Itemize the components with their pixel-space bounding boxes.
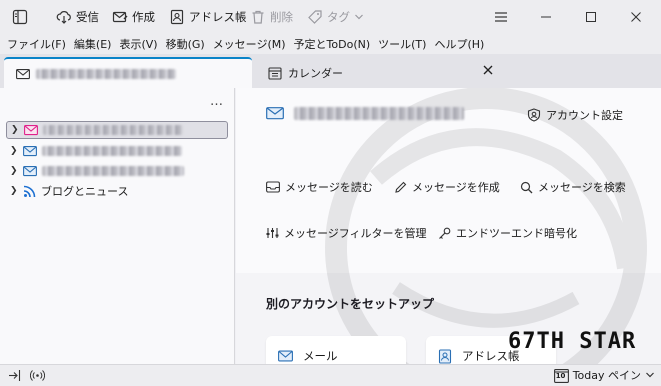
menu-help[interactable]: ヘルプ(H) [430, 36, 488, 52]
cloud-download-icon [56, 9, 72, 25]
address-book-label: アドレス帳 [189, 10, 247, 24]
minimize-button[interactable] [523, 0, 569, 33]
menu-tools[interactable]: ツール(T) [374, 36, 430, 52]
compose-icon [112, 9, 128, 25]
account-name-redacted [42, 146, 182, 156]
folder-account-2[interactable]: ❯ [6, 142, 228, 160]
account-header [266, 106, 464, 120]
tab-mail[interactable] [4, 57, 252, 88]
close-window-button[interactable] [613, 0, 659, 33]
folder-account-3[interactable]: ❯ [6, 162, 228, 180]
calendar-day-number: 10 [555, 371, 566, 380]
today-pane-label: Today ペイン [572, 369, 641, 382]
titlebar: 受信 作成 アドレス帳 削除 タグ [0, 0, 661, 33]
chevron-down-icon [354, 12, 364, 22]
app-menu-button[interactable] [478, 0, 524, 33]
minimize-icon [540, 11, 552, 23]
manage-filters-button[interactable]: メッセージフィルターを管理 [266, 225, 427, 241]
setup-mail-label: メール [303, 349, 338, 363]
search-messages-label: メッセージを検索 [538, 181, 626, 194]
e2e-encryption-button[interactable]: エンドツーエンド暗号化 [438, 225, 577, 241]
menubar: ファイル(F) 編集(E) 表示(V) 移動(G) メッセージ(M) 予定とTo… [0, 33, 661, 54]
menu-view[interactable]: 表示(V) [115, 36, 161, 52]
maximize-icon [585, 11, 597, 23]
mail-icon [278, 350, 293, 362]
close-tab-icon[interactable] [482, 64, 494, 76]
chevron-right-icon[interactable]: ❯ [10, 186, 18, 196]
sidebar-icon [12, 9, 28, 25]
menu-edit[interactable]: 編集(E) [70, 36, 116, 52]
online-status-icon[interactable] [30, 369, 45, 382]
mail-account-icon [266, 106, 284, 120]
pencil-icon [394, 181, 407, 194]
inbox-icon [266, 181, 280, 193]
account-settings-icon [527, 108, 541, 122]
feeds-label: ブログとニュース [41, 185, 129, 198]
key-icon [438, 227, 451, 240]
read-messages-button[interactable]: メッセージを読む [266, 179, 373, 195]
compose-message-label: メッセージを作成 [412, 181, 500, 194]
trash-icon [250, 9, 266, 25]
address-book-icon [169, 9, 185, 25]
chevron-right-icon[interactable]: ❯ [10, 146, 18, 156]
chevron-right-icon[interactable]: ❯ [10, 166, 18, 176]
brand-watermark-text: 67TH STAR [508, 329, 637, 354]
account-name-redacted [42, 166, 184, 176]
tag-icon [307, 9, 323, 25]
rss-icon [23, 185, 36, 198]
statusbar: 10 Today ペイン [0, 364, 661, 386]
calendar-day-icon: 10 [553, 368, 569, 383]
spaces-toolbar-button[interactable] [8, 5, 32, 29]
folder-pane-menu-button[interactable]: … [210, 94, 224, 109]
tab-calendar-label: カレンダー [288, 66, 343, 80]
hamburger-icon [494, 11, 508, 23]
account-name-redacted [43, 125, 183, 135]
account-email-redacted [294, 106, 464, 120]
delete-button[interactable]: 削除 [246, 5, 297, 29]
account-settings-label: アカウント設定 [546, 109, 623, 122]
delete-label: 削除 [270, 10, 293, 24]
address-book-icon [438, 348, 452, 364]
folder-feeds[interactable]: ❯ ブログとニュース [6, 182, 228, 200]
tab-mail-title-redacted [36, 68, 176, 79]
filter-sliders-icon [266, 227, 279, 239]
get-messages-label: 受信 [76, 10, 99, 24]
search-messages-button[interactable]: メッセージを検索 [520, 179, 626, 195]
menu-events-tasks[interactable]: 予定とToDo(N) [290, 36, 375, 52]
collapse-pane-icon[interactable] [8, 369, 21, 382]
mail-account-icon [24, 124, 38, 136]
maximize-button[interactable] [568, 0, 614, 33]
manage-filters-label: メッセージフィルターを管理 [284, 227, 427, 240]
account-central: アカウント設定 メッセージを読む メッセージを作成 メッセージを検索 メッセージ… [236, 88, 661, 364]
compose-message-button[interactable]: メッセージを作成 [394, 179, 500, 195]
get-messages-button[interactable]: 受信 [52, 5, 103, 29]
calendar-icon [268, 66, 282, 80]
account-settings-button[interactable]: アカウント設定 [527, 107, 623, 123]
setup-mail-card[interactable]: メール [266, 336, 406, 364]
write-button[interactable]: 作成 [108, 5, 159, 29]
tag-label: タグ [327, 10, 350, 24]
mail-account-icon [23, 145, 37, 157]
folder-account-1[interactable]: ❯ [6, 121, 228, 139]
today-pane-button[interactable]: 10 Today ペイン [553, 367, 655, 383]
folder-pane: … ❯ ❯ ❯ ❯ ブログとニュース [0, 88, 235, 364]
e2e-encryption-label: エンドツーエンド暗号化 [456, 227, 577, 240]
close-icon [630, 11, 642, 23]
menu-file[interactable]: ファイル(F) [3, 36, 70, 52]
chevron-right-icon[interactable]: ❯ [11, 125, 19, 135]
setup-account-heading: 別のアカウントをセットアップ [266, 297, 435, 311]
search-icon [520, 181, 533, 194]
mail-icon [16, 68, 30, 80]
mail-account-icon [23, 165, 37, 177]
tabbar: カレンダー [0, 54, 661, 88]
menu-go[interactable]: 移動(G) [162, 36, 209, 52]
tag-button[interactable]: タグ [303, 5, 368, 29]
write-label: 作成 [132, 10, 155, 24]
chevron-down-icon [645, 370, 655, 380]
menu-message[interactable]: メッセージ(M) [209, 36, 290, 52]
address-book-button[interactable]: アドレス帳 [165, 5, 251, 29]
read-messages-label: メッセージを読む [285, 181, 373, 194]
tab-calendar[interactable]: カレンダー [256, 57, 506, 88]
